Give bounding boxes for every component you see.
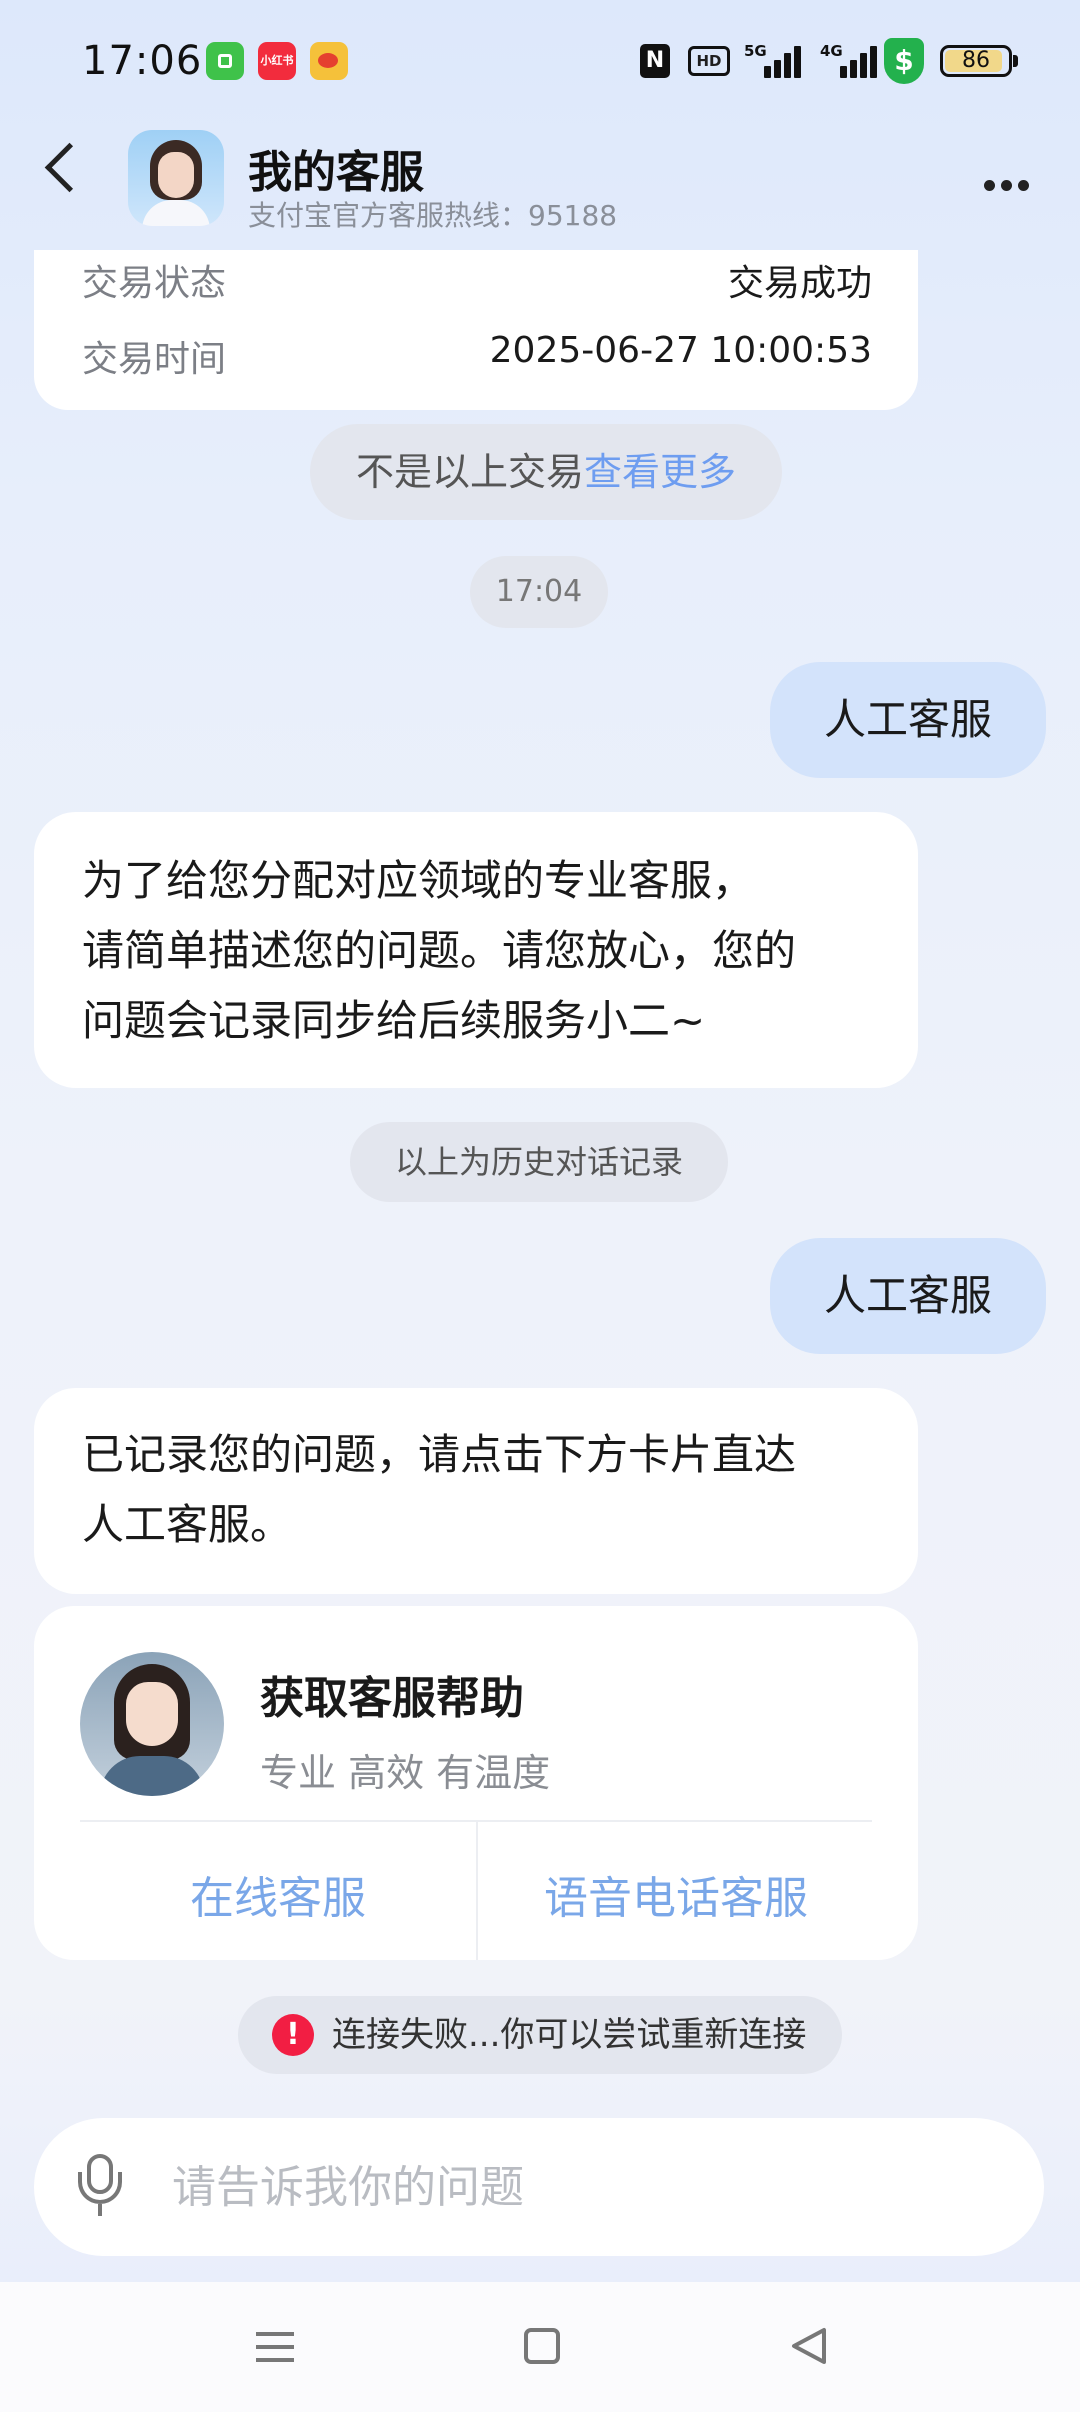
back-arrow-icon[interactable] xyxy=(44,142,95,193)
hotline-subtitle: 支付宝官方客服热线：95188 xyxy=(248,199,618,232)
status-label: 交易状态 xyxy=(82,263,227,304)
connection-error-text[interactable]: 连接失败...你可以尝试重新连接 xyxy=(332,2014,806,2056)
signal-5g-icon: 5G xyxy=(744,42,802,78)
user-message: 人工客服 xyxy=(770,662,1046,778)
bot-message: 已记录您的问题，请点击下方卡片直达 人工客服。 xyxy=(34,1388,918,1594)
help-card-title: 获取客服帮助 xyxy=(260,1673,524,1724)
signal-4g-icon: 4G xyxy=(820,42,878,78)
status-time: 17:06 xyxy=(82,38,203,84)
recent-apps-icon[interactable] xyxy=(256,2330,294,2364)
signal-4g-label: 4G xyxy=(820,42,843,60)
home-icon[interactable] xyxy=(524,2328,560,2364)
bot-message-line: 请简单描述您的问题。请您放心，您的 xyxy=(82,926,797,975)
signal-5g-label: 5G xyxy=(744,42,767,60)
battery-icon: 86 xyxy=(940,45,1012,77)
help-card-subtitle: 专业 高效 有温度 xyxy=(260,1751,551,1795)
battery-level: 86 xyxy=(962,48,990,73)
assistant-avatar[interactable] xyxy=(128,130,224,226)
status-bar: 17:06 小红书 N HD 5G 4G $ 86 xyxy=(0,0,1080,125)
user-message: 人工客服 xyxy=(770,1238,1046,1354)
online-service-button[interactable]: 在线客服 xyxy=(80,1862,476,1926)
voice-call-service-button[interactable]: 语音电话客服 xyxy=(478,1862,874,1926)
hd-voice-icon: HD xyxy=(688,46,730,76)
message-timestamp: 17:04 xyxy=(470,556,608,628)
bot-message-line: 问题会记录同步给后续服务小二~ xyxy=(82,996,706,1045)
not-above-text: 不是以上交易 xyxy=(355,450,584,494)
security-shield-icon: $ xyxy=(884,38,924,84)
microphone-icon[interactable] xyxy=(76,2154,124,2218)
app-store-icon xyxy=(206,42,244,80)
bot-message-line: 为了给您分配对应领域的专业客服， xyxy=(82,856,755,905)
bot-message: 为了给您分配对应领域的专业客服， 请简单描述您的问题。请您放心，您的 问题会记录… xyxy=(34,812,918,1088)
time-value: 2025-06-27 10:00:53 xyxy=(489,330,872,371)
view-more-link[interactable]: 查看更多 xyxy=(584,450,736,494)
not-above-transaction: 不是以上交易查看更多 xyxy=(310,424,782,520)
bot-message-line: 已记录您的问题，请点击下方卡片直达 xyxy=(82,1430,797,1479)
xiaohongshu-icon: 小红书 xyxy=(258,42,296,80)
page-title: 我的客服 xyxy=(248,147,424,198)
error-alert-icon: ! xyxy=(272,2014,314,2056)
time-label: 交易时间 xyxy=(82,339,227,380)
question-input[interactable] xyxy=(170,2150,994,2224)
nfc-icon: N xyxy=(640,44,670,78)
more-menu-icon[interactable] xyxy=(984,176,1035,195)
status-value: 交易成功 xyxy=(727,263,872,304)
bot-message-line: 人工客服。 xyxy=(82,1500,293,1549)
battery-tip xyxy=(1013,55,1018,67)
history-divider-note: 以上为历史对话记录 xyxy=(350,1122,728,1202)
weibo-icon xyxy=(310,42,348,80)
agent-avatar xyxy=(80,1652,224,1796)
